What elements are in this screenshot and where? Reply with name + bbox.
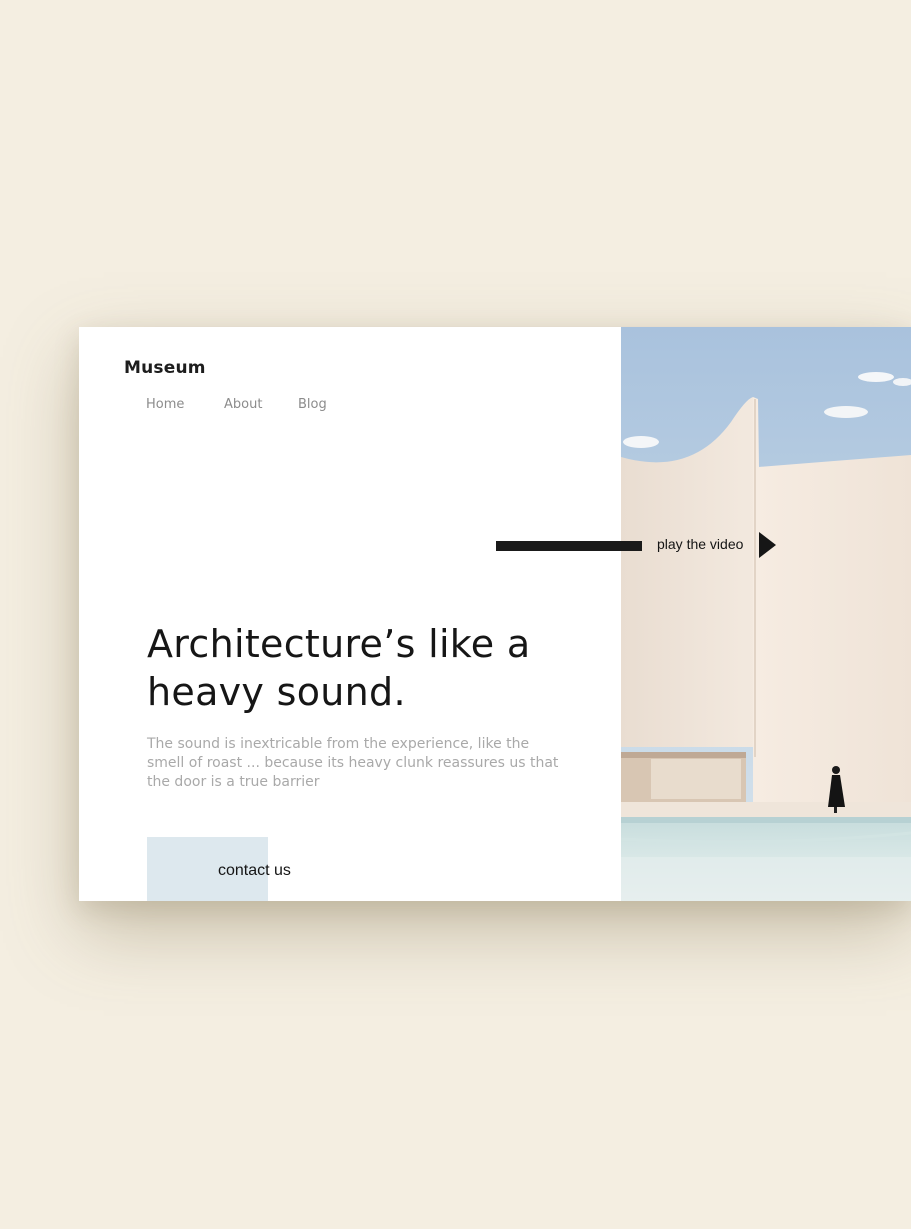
architecture-photo: [621, 327, 911, 901]
headline-line-1: Architecture’s like a: [147, 622, 531, 666]
video-progress-bar: [496, 541, 642, 551]
headline-line-2: heavy sound.: [147, 670, 406, 714]
landing-card: Museum Home About Blog Architecture’s li…: [79, 327, 911, 901]
hero-headline: Architecture’s like a heavy sound.: [147, 620, 587, 716]
play-video-label[interactable]: play the video: [657, 536, 743, 552]
content-panel: Museum Home About Blog Architecture’s li…: [79, 327, 621, 901]
play-icon[interactable]: [759, 532, 776, 558]
hero-image: [621, 327, 911, 901]
contact-button-label[interactable]: contact us: [218, 862, 291, 880]
nav-item-blog[interactable]: Blog: [298, 397, 327, 412]
nav-item-home[interactable]: Home: [146, 397, 184, 412]
brand-logo[interactable]: Museum: [124, 358, 206, 378]
nav-item-about[interactable]: About: [224, 397, 262, 412]
hero-description: The sound is inextricable from the exper…: [147, 736, 559, 790]
